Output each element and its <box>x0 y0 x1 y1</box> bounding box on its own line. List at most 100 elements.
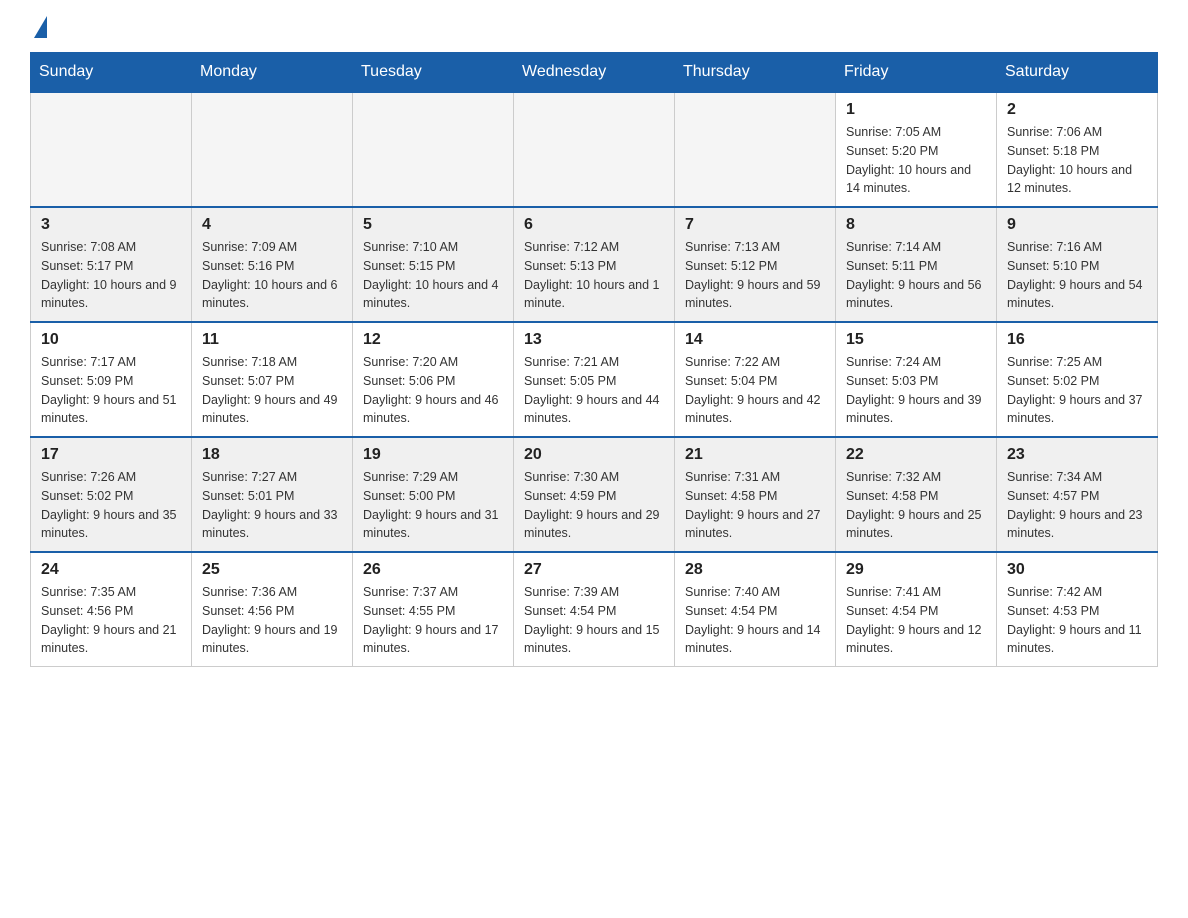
logo-triangle-icon <box>34 16 47 38</box>
column-header-saturday: Saturday <box>997 53 1158 93</box>
day-number: 11 <box>202 331 342 349</box>
column-header-sunday: Sunday <box>31 53 192 93</box>
day-cell: 8Sunrise: 7:14 AMSunset: 5:11 PMDaylight… <box>836 207 997 322</box>
day-info: Sunrise: 7:31 AMSunset: 4:58 PMDaylight:… <box>685 468 825 543</box>
calendar-header-row: SundayMondayTuesdayWednesdayThursdayFrid… <box>31 53 1158 93</box>
day-info: Sunrise: 7:27 AMSunset: 5:01 PMDaylight:… <box>202 468 342 543</box>
day-cell: 19 Sunrise: 7:29 AMSunset: 5:00 PMDayligh… <box>353 437 514 552</box>
day-cell <box>675 92 836 207</box>
day-number: 2 <box>1007 101 1147 119</box>
week-row-5: 24 Sunrise: 7:35 AMSunset: 4:56 PMDayligh… <box>31 552 1158 667</box>
day-cell: 28 Sunrise: 7:40 AMSunset: 4:54 PMDayligh… <box>675 552 836 667</box>
day-cell: 20Sunrise: 7:30 AMSunset: 4:59 PMDayligh… <box>514 437 675 552</box>
day-cell: 22 Sunrise: 7:32 AMSunset: 4:58 PMDayligh… <box>836 437 997 552</box>
day-number: 15 <box>846 331 986 349</box>
day-number: 18 <box>202 446 342 464</box>
day-info: Sunrise: 7:37 AMSunset: 4:55 PMDaylight:… <box>363 583 503 658</box>
day-number: 24 <box>41 561 181 579</box>
day-cell: 17 Sunrise: 7:26 AMSunset: 5:02 PMDayligh… <box>31 437 192 552</box>
day-info: Sunrise: 7:36 AMSunset: 4:56 PMDaylight:… <box>202 583 342 658</box>
day-number: 12 <box>363 331 503 349</box>
day-number: 17 <box>41 446 181 464</box>
logo <box>30 20 47 42</box>
day-cell: 21 Sunrise: 7:31 AMSunset: 4:58 PMDayligh… <box>675 437 836 552</box>
day-number: 22 <box>846 446 986 464</box>
day-info: Sunrise: 7:35 AMSunset: 4:56 PMDaylight:… <box>41 583 181 658</box>
week-row-4: 17 Sunrise: 7:26 AMSunset: 5:02 PMDayligh… <box>31 437 1158 552</box>
day-number: 19 <box>363 446 503 464</box>
day-info: Sunrise: 7:06 AMSunset: 5:18 PMDaylight:… <box>1007 123 1147 198</box>
column-header-friday: Friday <box>836 53 997 93</box>
day-number: 23 <box>1007 446 1147 464</box>
day-number: 4 <box>202 216 342 234</box>
day-number: 5 <box>363 216 503 234</box>
day-info: Sunrise: 7:39 AMSunset: 4:54 PMDaylight:… <box>524 583 664 658</box>
day-cell: 4 Sunrise: 7:09 AMSunset: 5:16 PMDaylight… <box>192 207 353 322</box>
day-cell: 14 Sunrise: 7:22 AMSunset: 5:04 PMDayligh… <box>675 322 836 437</box>
day-cell: 24 Sunrise: 7:35 AMSunset: 4:56 PMDayligh… <box>31 552 192 667</box>
week-row-3: 10 Sunrise: 7:17 AMSunset: 5:09 PMDayligh… <box>31 322 1158 437</box>
day-info: Sunrise: 7:22 AMSunset: 5:04 PMDaylight:… <box>685 353 825 428</box>
day-cell: 23 Sunrise: 7:34 AMSunset: 4:57 PMDayligh… <box>997 437 1158 552</box>
day-cell: 25 Sunrise: 7:36 AMSunset: 4:56 PMDayligh… <box>192 552 353 667</box>
day-number: 25 <box>202 561 342 579</box>
day-cell: 2 Sunrise: 7:06 AMSunset: 5:18 PMDaylight… <box>997 92 1158 207</box>
day-cell: 9Sunrise: 7:16 AMSunset: 5:10 PMDaylight… <box>997 207 1158 322</box>
day-info: Sunrise: 7:29 AMSunset: 5:00 PMDaylight:… <box>363 468 503 543</box>
day-cell <box>514 92 675 207</box>
day-number: 3 <box>41 216 181 234</box>
day-info: Sunrise: 7:20 AMSunset: 5:06 PMDaylight:… <box>363 353 503 428</box>
day-cell: 15 Sunrise: 7:24 AMSunset: 5:03 PMDayligh… <box>836 322 997 437</box>
day-cell: 27 Sunrise: 7:39 AMSunset: 4:54 PMDayligh… <box>514 552 675 667</box>
day-info: Sunrise: 7:12 AMSunset: 5:13 PMDaylight:… <box>524 238 664 313</box>
day-number: 1 <box>846 101 986 119</box>
day-cell: 12 Sunrise: 7:20 AMSunset: 5:06 PMDayligh… <box>353 322 514 437</box>
day-cell: 3 Sunrise: 7:08 AMSunset: 5:17 PMDaylight… <box>31 207 192 322</box>
day-cell: 16Sunrise: 7:25 AMSunset: 5:02 PMDayligh… <box>997 322 1158 437</box>
column-header-wednesday: Wednesday <box>514 53 675 93</box>
day-cell: 18 Sunrise: 7:27 AMSunset: 5:01 PMDayligh… <box>192 437 353 552</box>
column-header-thursday: Thursday <box>675 53 836 93</box>
day-info: Sunrise: 7:34 AMSunset: 4:57 PMDaylight:… <box>1007 468 1147 543</box>
day-number: 10 <box>41 331 181 349</box>
day-info: Sunrise: 7:40 AMSunset: 4:54 PMDaylight:… <box>685 583 825 658</box>
day-number: 28 <box>685 561 825 579</box>
day-info: Sunrise: 7:09 AMSunset: 5:16 PMDaylight:… <box>202 238 342 313</box>
day-number: 14 <box>685 331 825 349</box>
day-info: Sunrise: 7:32 AMSunset: 4:58 PMDaylight:… <box>846 468 986 543</box>
day-cell: 11 Sunrise: 7:18 AMSunset: 5:07 PMDayligh… <box>192 322 353 437</box>
day-number: 7 <box>685 216 825 234</box>
day-cell: 13 Sunrise: 7:21 AMSunset: 5:05 PMDayligh… <box>514 322 675 437</box>
day-number: 21 <box>685 446 825 464</box>
day-info: Sunrise: 7:21 AMSunset: 5:05 PMDaylight:… <box>524 353 664 428</box>
day-number: 29 <box>846 561 986 579</box>
day-cell: 5 Sunrise: 7:10 AMSunset: 5:15 PMDaylight… <box>353 207 514 322</box>
day-info: Sunrise: 7:41 AMSunset: 4:54 PMDaylight:… <box>846 583 986 658</box>
day-info: Sunrise: 7:10 AMSunset: 5:15 PMDaylight:… <box>363 238 503 313</box>
week-row-2: 3 Sunrise: 7:08 AMSunset: 5:17 PMDaylight… <box>31 207 1158 322</box>
day-cell <box>31 92 192 207</box>
day-cell: 7Sunrise: 7:13 AMSunset: 5:12 PMDaylight… <box>675 207 836 322</box>
day-cell <box>353 92 514 207</box>
day-info: Sunrise: 7:14 AMSunset: 5:11 PMDaylight:… <box>846 238 986 313</box>
day-number: 16 <box>1007 331 1147 349</box>
day-number: 30 <box>1007 561 1147 579</box>
day-cell: 30Sunrise: 7:42 AMSunset: 4:53 PMDayligh… <box>997 552 1158 667</box>
day-info: Sunrise: 7:24 AMSunset: 5:03 PMDaylight:… <box>846 353 986 428</box>
day-info: Sunrise: 7:18 AMSunset: 5:07 PMDaylight:… <box>202 353 342 428</box>
day-cell: 1Sunrise: 7:05 AMSunset: 5:20 PMDaylight… <box>836 92 997 207</box>
day-number: 27 <box>524 561 664 579</box>
day-cell: 6Sunrise: 7:12 AMSunset: 5:13 PMDaylight… <box>514 207 675 322</box>
day-number: 20 <box>524 446 664 464</box>
day-cell <box>192 92 353 207</box>
day-cell: 10 Sunrise: 7:17 AMSunset: 5:09 PMDayligh… <box>31 322 192 437</box>
column-header-monday: Monday <box>192 53 353 93</box>
day-cell: 26Sunrise: 7:37 AMSunset: 4:55 PMDayligh… <box>353 552 514 667</box>
day-number: 13 <box>524 331 664 349</box>
column-header-tuesday: Tuesday <box>353 53 514 93</box>
page-header <box>30 20 1158 42</box>
day-info: Sunrise: 7:17 AMSunset: 5:09 PMDaylight:… <box>41 353 181 428</box>
day-cell: 29 Sunrise: 7:41 AMSunset: 4:54 PMDayligh… <box>836 552 997 667</box>
day-info: Sunrise: 7:08 AMSunset: 5:17 PMDaylight:… <box>41 238 181 313</box>
day-info: Sunrise: 7:26 AMSunset: 5:02 PMDaylight:… <box>41 468 181 543</box>
